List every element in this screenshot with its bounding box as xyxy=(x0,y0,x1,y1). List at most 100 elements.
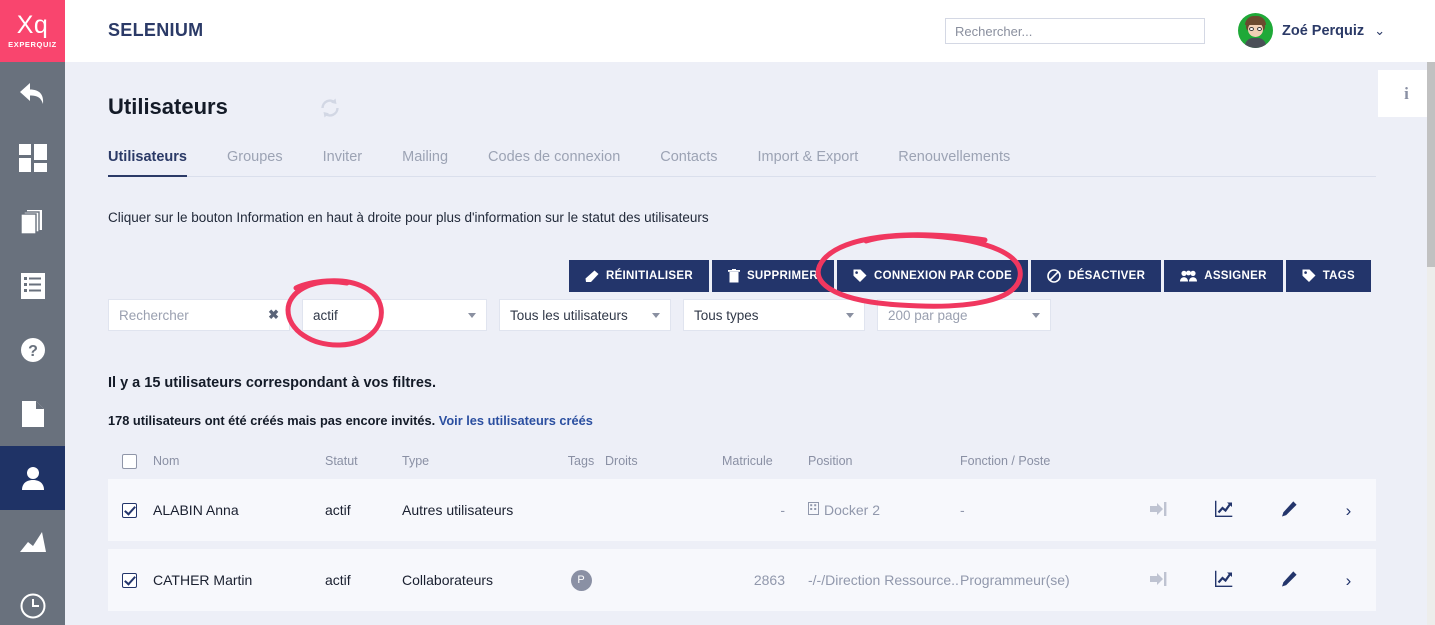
created-users-note: 178 utilisateurs ont été créés mais pas … xyxy=(108,413,593,428)
desactiver-button[interactable]: DÉSACTIVER xyxy=(1031,260,1162,292)
assigner-button[interactable]: ASSIGNER xyxy=(1164,260,1283,292)
connexion-par-code-label: CONNEXION PAR CODE xyxy=(874,270,1013,282)
login-icon xyxy=(1149,571,1168,590)
table-header-row: Nom Statut Type Tags Droits Matricule Po… xyxy=(108,443,1376,479)
status-hint-text: Cliquer sur le bouton Information en hau… xyxy=(108,210,709,225)
users-icon xyxy=(1180,270,1198,282)
row-position-text: Docker 2 xyxy=(824,502,881,518)
building-icon xyxy=(808,502,819,518)
table-row[interactable]: CATHER Martin actif Collaborateurs P 286… xyxy=(108,549,1376,611)
supprimer-button[interactable]: SUPPRIMER xyxy=(711,260,835,292)
tags-label: TAGS xyxy=(1322,270,1355,282)
tab-utilisateurs[interactable]: Utilisateurs xyxy=(108,149,207,177)
login-icon xyxy=(1149,501,1168,520)
header-tags: Tags xyxy=(567,454,595,468)
sidebar-item-library[interactable] xyxy=(0,190,65,254)
app-logo[interactable]: Xq EXPERQUIZ xyxy=(0,0,65,62)
row-type: Autres utilisateurs xyxy=(402,502,514,518)
filter-bar: Rechercher ✖ actif Tous les utilisateurs… xyxy=(108,299,1051,331)
sidebar-item-analytics[interactable] xyxy=(0,510,65,574)
page-title: Utilisateurs xyxy=(108,94,228,119)
row-details-action[interactable]: › xyxy=(1321,502,1376,519)
connexion-par-code-button[interactable]: CONNEXION PAR CODE xyxy=(837,260,1029,292)
scrollbar-thumb[interactable] xyxy=(1427,62,1435,267)
row-chart-action[interactable] xyxy=(1191,500,1256,520)
dashboard-icon xyxy=(18,144,47,172)
chevron-right-icon: › xyxy=(1345,500,1352,520)
types-filter-value: Tous types xyxy=(694,307,759,323)
tab-renouvellements[interactable]: Renouvellements xyxy=(878,149,1030,176)
tag-icon xyxy=(853,269,867,283)
header-droits: Droits xyxy=(605,454,638,468)
row-details-action[interactable]: › xyxy=(1321,572,1376,589)
sidebar-item-help[interactable]: ? xyxy=(0,318,65,382)
sidebar-item-list[interactable] xyxy=(0,254,65,318)
row-fonction: - xyxy=(960,502,965,518)
svg-text:?: ? xyxy=(28,343,38,360)
global-search-input[interactable] xyxy=(945,18,1205,44)
tab-codes-de-connexion[interactable]: Codes de connexion xyxy=(468,149,640,176)
created-users-text: 178 utilisateurs ont été créés mais pas … xyxy=(108,413,436,428)
supprimer-label: SUPPRIMER xyxy=(746,270,819,282)
top-bar: SELENIUM Zoé Perquiz ⌄ xyxy=(65,0,1435,62)
types-filter[interactable]: Tous types xyxy=(683,299,865,331)
app-root: Xq EXPERQUIZ ? SELENIUM Rechercher... Zo… xyxy=(0,0,1435,625)
row-login-action[interactable] xyxy=(1126,501,1191,520)
trash-icon xyxy=(727,269,740,283)
row-type: Collaborateurs xyxy=(402,572,494,588)
sidebar-item-history[interactable] xyxy=(0,574,65,625)
tag-icon xyxy=(1302,269,1316,283)
clock-icon xyxy=(19,592,47,620)
sidebar-item-document[interactable] xyxy=(0,382,65,446)
user-icon xyxy=(19,464,47,492)
row-statut: actif xyxy=(325,502,351,518)
help-icon: ? xyxy=(19,336,47,364)
perpage-filter-value: 200 par page xyxy=(888,307,968,323)
reinitialiser-button[interactable]: RÉINITIALISER xyxy=(568,260,709,292)
logo-mark: Xq xyxy=(16,11,49,39)
chevron-right-icon: › xyxy=(1345,570,1352,590)
row-position: -/-/Direction Ressource... xyxy=(808,572,960,588)
status-filter[interactable]: actif xyxy=(302,299,487,331)
row-checkbox[interactable] xyxy=(122,502,137,518)
avatar xyxy=(1238,13,1273,48)
logo-subtitle: EXPERQUIZ xyxy=(8,40,57,49)
tab-groupes[interactable]: Groupes xyxy=(207,149,303,176)
users-filter[interactable]: Tous les utilisateurs xyxy=(499,299,671,331)
user-name: Zoé Perquiz xyxy=(1282,22,1365,39)
user-menu[interactable]: Zoé Perquiz ⌄ xyxy=(1238,13,1385,48)
ban-icon xyxy=(1047,269,1061,283)
tab-inviter[interactable]: Inviter xyxy=(303,149,383,176)
tab-mailing[interactable]: Mailing xyxy=(382,149,468,176)
perpage-filter[interactable]: 200 par page xyxy=(877,299,1051,331)
view-created-users-link[interactable]: Voir les utilisateurs créés xyxy=(439,413,593,428)
header-matricule: Matricule xyxy=(722,454,773,468)
chart-icon xyxy=(19,530,47,554)
table-row[interactable]: ALABIN Anna actif Autres utilisateurs - xyxy=(108,479,1376,541)
sidebar-item-back[interactable] xyxy=(0,62,65,126)
row-login-action[interactable] xyxy=(1126,571,1191,590)
status-filter-value: actif xyxy=(313,307,338,323)
refresh-icon[interactable] xyxy=(318,96,342,125)
chevron-down-icon: ⌄ xyxy=(1374,22,1386,38)
action-toolbar: RÉINITIALISER SUPPRIMER CONNEXION PAR CO… xyxy=(568,260,1371,292)
row-tags: P xyxy=(557,569,605,591)
clear-search-icon[interactable]: ✖ xyxy=(268,307,279,323)
sidebar-item-dashboard[interactable] xyxy=(0,126,65,190)
sidebar-item-users[interactable] xyxy=(0,446,65,510)
tab-contacts[interactable]: Contacts xyxy=(640,149,737,176)
tab-import-export[interactable]: Import & Export xyxy=(738,149,879,176)
search-filter[interactable]: Rechercher ✖ xyxy=(108,299,290,331)
row-edit-action[interactable] xyxy=(1256,500,1321,520)
row-chart-action[interactable] xyxy=(1191,570,1256,590)
chart-icon xyxy=(1214,570,1233,590)
select-all-cell[interactable] xyxy=(108,453,153,469)
select-all-checkbox[interactable] xyxy=(122,453,137,469)
tags-button[interactable]: TAGS xyxy=(1285,260,1371,292)
row-checkbox[interactable] xyxy=(122,572,137,588)
row-position: Docker 2 xyxy=(797,502,960,518)
chevron-down-icon xyxy=(1032,312,1040,318)
document-icon xyxy=(21,400,45,428)
row-edit-action[interactable] xyxy=(1256,570,1321,590)
main-content: Utilisateurs Utilisateurs Groupes Invite… xyxy=(65,62,1427,625)
